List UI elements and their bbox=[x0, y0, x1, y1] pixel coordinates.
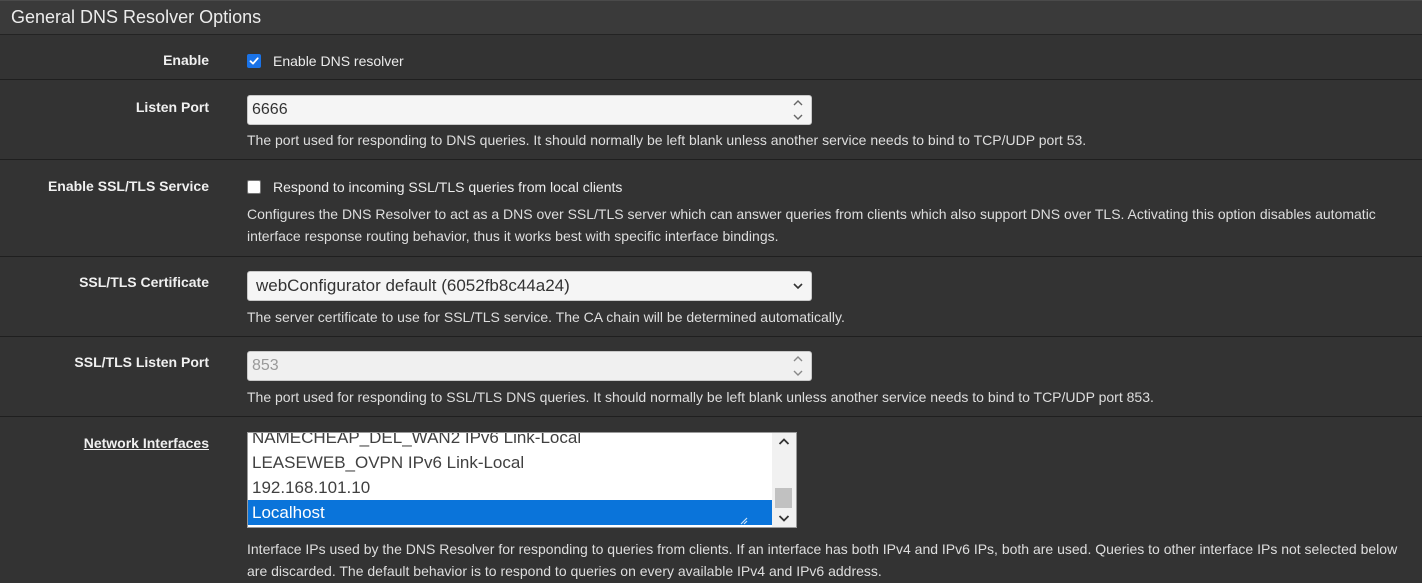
section-title: General DNS Resolver Options bbox=[11, 7, 262, 27]
chevron-down-icon bbox=[793, 283, 803, 290]
listen-port-input[interactable]: 6666 bbox=[247, 95, 812, 125]
ssl-cert-select[interactable]: webConfigurator default (6052fb8c44a24) bbox=[247, 271, 812, 301]
listbox-scrollbar[interactable] bbox=[772, 433, 796, 527]
ssl-cert-help: The server certificate to use for SSL/TL… bbox=[247, 309, 845, 325]
ssl-service-label: Enable SSL/TLS Service bbox=[47, 178, 209, 194]
listen-port-label: Listen Port bbox=[135, 99, 209, 115]
ssl-port-placeholder: 853 bbox=[252, 357, 279, 374]
resize-grip-icon[interactable] bbox=[738, 515, 748, 525]
chevron-up-icon[interactable] bbox=[778, 437, 790, 446]
enable-dns-resolver-option[interactable]: Enable DNS resolver bbox=[247, 51, 1410, 71]
list-item[interactable]: 192.168.101.10 bbox=[248, 475, 772, 500]
chevron-down-icon[interactable] bbox=[778, 514, 790, 523]
dns-resolver-panel: General DNS Resolver Options Enable Enab… bbox=[0, 0, 1422, 583]
chevron-down-icon[interactable] bbox=[793, 114, 803, 121]
ssl-port-label: SSL/TLS Listen Port bbox=[74, 354, 209, 370]
enable-dns-resolver-text: Enable DNS resolver bbox=[273, 53, 404, 69]
check-icon bbox=[249, 57, 259, 65]
listen-port-help: The port used for responding to DNS quer… bbox=[247, 132, 1087, 148]
ssl-cert-label: SSL/TLS Certificate bbox=[79, 274, 209, 290]
panel-heading: General DNS Resolver Options bbox=[0, 0, 1422, 35]
scrollbar-thumb[interactable] bbox=[775, 488, 792, 508]
network-interfaces-options: NAMECHEAP_DEL_WAN2 IPv6 Link-Local LEASE… bbox=[248, 433, 772, 525]
ssl-cert-selected: webConfigurator default (6052fb8c44a24) bbox=[256, 276, 570, 295]
ssl-port-spinner[interactable] bbox=[791, 355, 805, 377]
network-interfaces-help: Interface IPs used by the DNS Resolver f… bbox=[247, 541, 1398, 579]
list-item-selected[interactable]: Localhost bbox=[248, 500, 772, 525]
row-enable: Enable Enable DNS resolver bbox=[0, 35, 1422, 80]
chevron-up-icon[interactable] bbox=[793, 99, 803, 106]
chevron-down-icon[interactable] bbox=[793, 370, 803, 377]
row-network-interfaces: Network Interfaces NAMECHEAP_DEL_WAN2 IP… bbox=[0, 417, 1422, 583]
list-item[interactable]: LEASEWEB_OVPN IPv6 Link-Local bbox=[248, 450, 772, 475]
ssl-port-help: The port used for responding to SSL/TLS … bbox=[247, 389, 1154, 405]
ssl-port-input[interactable]: 853 bbox=[247, 351, 812, 381]
ssl-service-checkbox[interactable] bbox=[247, 180, 261, 194]
row-ssl-listen-port: SSL/TLS Listen Port 853 The port used fo… bbox=[0, 337, 1422, 417]
network-interfaces-label[interactable]: Network Interfaces bbox=[84, 435, 209, 451]
enable-dns-resolver-checkbox[interactable] bbox=[247, 54, 261, 68]
list-item[interactable]: NAMECHEAP_DEL_WAN2 IPv6 Link-Local bbox=[248, 433, 772, 450]
network-interfaces-listbox[interactable]: NAMECHEAP_DEL_WAN2 IPv6 Link-Local LEASE… bbox=[247, 432, 797, 528]
listen-port-value: 6666 bbox=[252, 101, 288, 118]
enable-label: Enable bbox=[163, 52, 209, 68]
chevron-up-icon[interactable] bbox=[793, 355, 803, 362]
ssl-service-option[interactable]: Respond to incoming SSL/TLS queries from… bbox=[247, 177, 1410, 197]
ssl-service-help: Configures the DNS Resolver to act as a … bbox=[247, 206, 1376, 244]
row-ssl-service: Enable SSL/TLS Service Respond to incomi… bbox=[0, 160, 1422, 257]
row-listen-port: Listen Port 6666 The port used for respo… bbox=[0, 80, 1422, 160]
listen-port-spinner[interactable] bbox=[791, 99, 805, 121]
ssl-service-text: Respond to incoming SSL/TLS queries from… bbox=[273, 179, 623, 195]
row-ssl-certificate: SSL/TLS Certificate webConfigurator defa… bbox=[0, 257, 1422, 337]
